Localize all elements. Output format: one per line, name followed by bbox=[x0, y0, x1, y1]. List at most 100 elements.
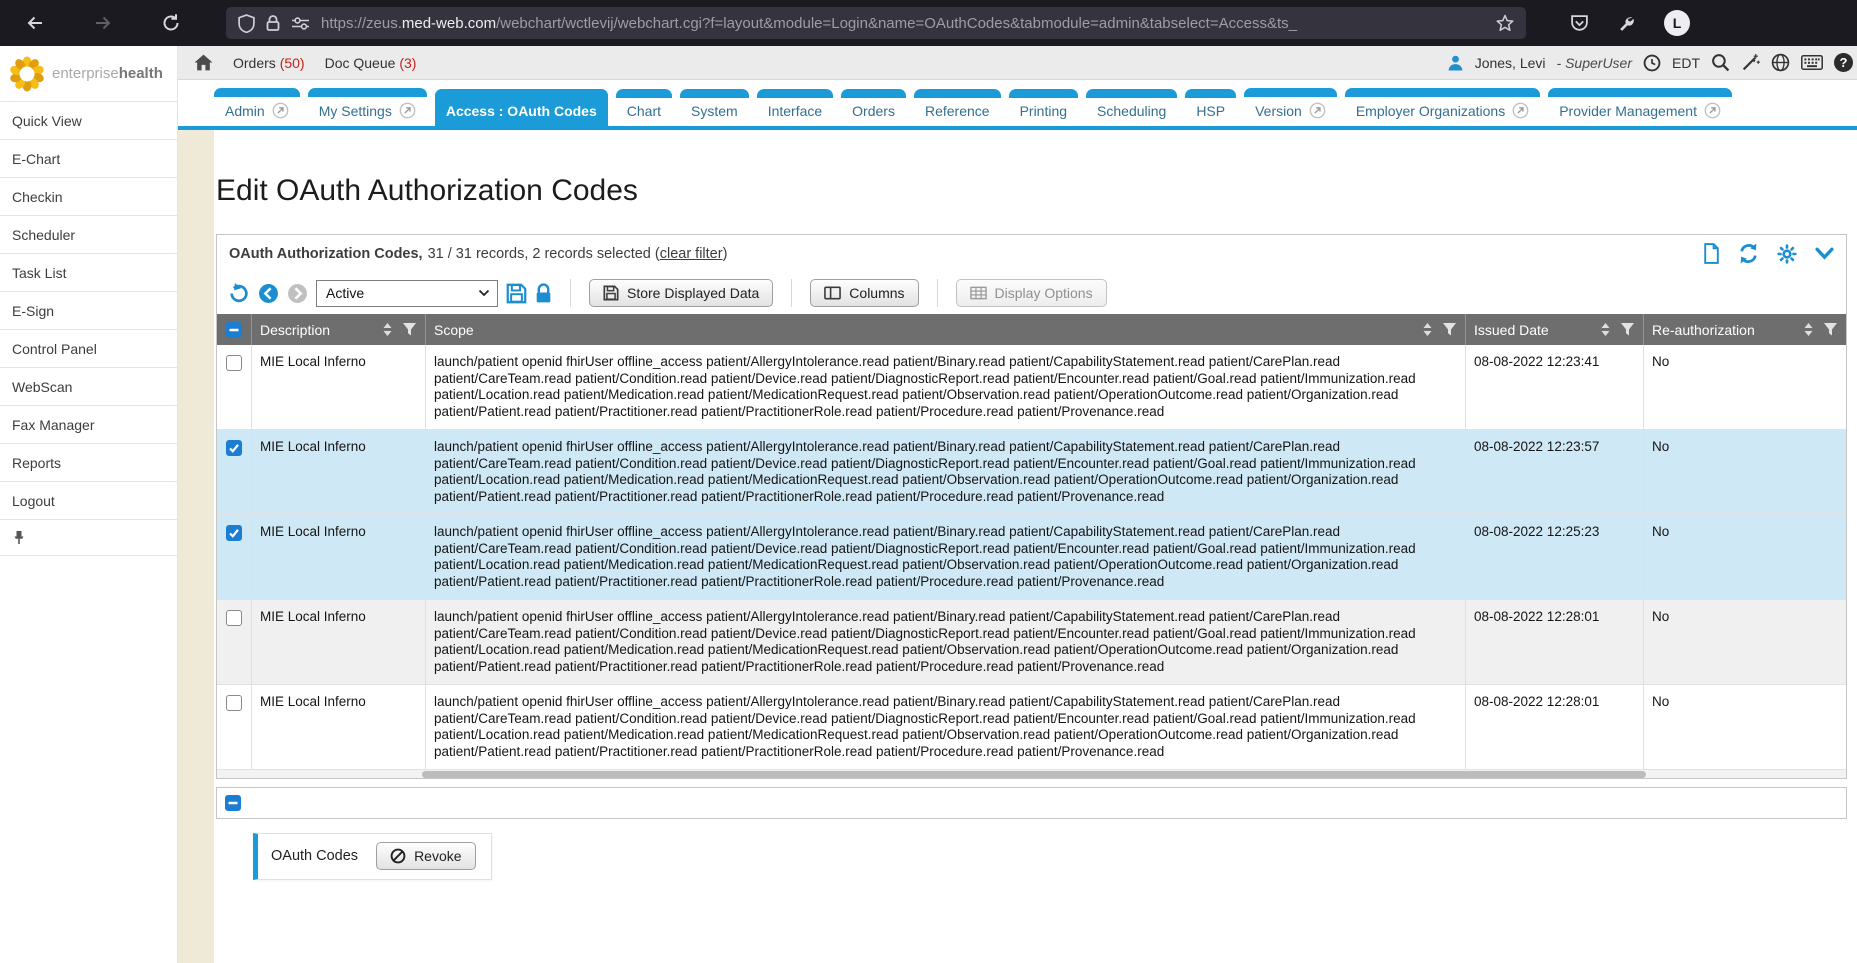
column-header-description[interactable]: Description bbox=[251, 314, 425, 345]
left-margin-strip bbox=[178, 130, 214, 963]
sort-icon[interactable] bbox=[1803, 322, 1814, 337]
sidebar-item-reports[interactable]: Reports bbox=[0, 444, 177, 482]
doc-queue-link[interactable]: Doc Queue (3) bbox=[325, 55, 417, 71]
column-header-issued-date[interactable]: Issued Date bbox=[1465, 314, 1643, 345]
tab-interface[interactable]: Interface bbox=[757, 89, 833, 126]
revoke-button[interactable]: Revoke bbox=[376, 842, 475, 870]
url-bar[interactable]: https://zeus.med-web.com/webchart/wctlev… bbox=[226, 7, 1526, 39]
lock-filter-icon[interactable] bbox=[535, 283, 552, 304]
filter-icon[interactable] bbox=[402, 322, 417, 337]
filter-icon[interactable] bbox=[1442, 322, 1457, 337]
sidebar-item-webscan[interactable]: WebScan bbox=[0, 368, 177, 406]
row-checkbox-cell[interactable] bbox=[217, 685, 251, 769]
page: Edit OAuth Authorization Codes OAuth Aut… bbox=[214, 130, 1857, 963]
globe-icon[interactable] bbox=[1771, 53, 1790, 72]
clock-icon[interactable] bbox=[1643, 54, 1661, 72]
checkbox-indeterminate-icon[interactable] bbox=[225, 795, 241, 811]
document-icon[interactable] bbox=[1703, 243, 1720, 264]
checkbox-indeterminate-icon[interactable] bbox=[226, 322, 242, 338]
help-icon[interactable]: ? bbox=[1834, 53, 1853, 72]
gear-icon[interactable] bbox=[1777, 244, 1797, 264]
tab-orders[interactable]: Orders bbox=[841, 89, 906, 126]
status-filter-value: Active bbox=[326, 285, 364, 301]
tab-hsp[interactable]: HSP bbox=[1185, 89, 1236, 126]
tab-employer-organizations[interactable]: Employer Organizations bbox=[1345, 88, 1540, 126]
tab-scheduling[interactable]: Scheduling bbox=[1086, 89, 1177, 126]
save-filter-icon[interactable] bbox=[506, 283, 527, 304]
tab-printing[interactable]: Printing bbox=[1009, 89, 1078, 126]
user-name[interactable]: Jones, Levi bbox=[1475, 55, 1546, 71]
sort-icon[interactable] bbox=[1600, 322, 1611, 337]
horizontal-scrollbar-thumb[interactable] bbox=[422, 771, 1646, 778]
row-checkbox-cell[interactable] bbox=[217, 345, 251, 429]
column-header-reauthorization[interactable]: Re-authorization bbox=[1643, 314, 1846, 345]
sidebar-item-quick-view[interactable]: Quick View bbox=[0, 102, 177, 140]
sort-icon[interactable] bbox=[1422, 322, 1433, 337]
prev-page-icon[interactable] bbox=[258, 283, 279, 304]
refresh-icon[interactable] bbox=[1738, 243, 1759, 264]
tab-version[interactable]: Version bbox=[1244, 88, 1337, 126]
store-displayed-data-button[interactable]: Store Displayed Data bbox=[589, 279, 773, 307]
filter-icon[interactable] bbox=[1620, 322, 1635, 337]
lock-icon[interactable] bbox=[266, 14, 280, 32]
pin-icon[interactable] bbox=[12, 530, 26, 545]
sidebar-item-fax-manager[interactable]: Fax Manager bbox=[0, 406, 177, 444]
home-icon[interactable] bbox=[194, 54, 213, 71]
keyboard-icon[interactable] bbox=[1801, 55, 1823, 70]
oauth-codes-tab[interactable]: OAuth Codes Revoke bbox=[253, 833, 492, 880]
sidebar-item-task-list[interactable]: Task List bbox=[0, 254, 177, 292]
row-checkbox-cell[interactable] bbox=[217, 600, 251, 684]
checkbox-icon[interactable] bbox=[226, 610, 242, 626]
browser-reload-button[interactable] bbox=[156, 13, 186, 33]
table-row[interactable]: MIE Local Infernolaunch/patient openid f… bbox=[217, 345, 1846, 429]
status-filter-select[interactable]: Active bbox=[316, 280, 498, 307]
tab-label: Printing bbox=[1020, 103, 1067, 119]
checkbox-icon[interactable] bbox=[226, 355, 242, 371]
tab-provider-management[interactable]: Provider Management bbox=[1548, 88, 1732, 126]
table-row[interactable]: MIE Local Infernolaunch/patient openid f… bbox=[217, 429, 1846, 514]
row-checkbox-cell[interactable] bbox=[217, 515, 251, 599]
sort-icon[interactable] bbox=[382, 322, 393, 337]
pocket-icon[interactable] bbox=[1570, 14, 1589, 33]
permissions-sliders-icon[interactable] bbox=[291, 17, 310, 30]
tab-system[interactable]: System bbox=[680, 89, 749, 126]
sidebar-item-logout[interactable]: Logout bbox=[0, 482, 177, 520]
sidebar-item-scheduler[interactable]: Scheduler bbox=[0, 216, 177, 254]
sidebar-pin-row[interactable] bbox=[0, 520, 177, 556]
checkbox-checked-icon[interactable] bbox=[226, 440, 242, 456]
browser-forward-button[interactable] bbox=[88, 13, 118, 33]
search-icon[interactable] bbox=[1711, 53, 1730, 72]
filter-icon[interactable] bbox=[1823, 322, 1838, 337]
column-header-scope[interactable]: Scope bbox=[425, 314, 1465, 345]
select-all-checkbox[interactable] bbox=[217, 314, 251, 345]
next-page-icon[interactable] bbox=[287, 283, 308, 304]
checkbox-checked-icon[interactable] bbox=[226, 525, 242, 541]
row-checkbox-cell[interactable] bbox=[217, 430, 251, 514]
wrench-icon[interactable] bbox=[1617, 14, 1636, 33]
table-row[interactable]: MIE Local Infernolaunch/patient openid f… bbox=[217, 684, 1846, 769]
columns-button[interactable]: Columns bbox=[810, 279, 918, 307]
tab-my-settings[interactable]: My Settings bbox=[308, 88, 427, 126]
undo-icon[interactable] bbox=[227, 282, 250, 305]
profile-avatar[interactable]: L bbox=[1664, 10, 1690, 36]
table-row[interactable]: MIE Local Infernolaunch/patient openid f… bbox=[217, 514, 1846, 599]
tab-access-oauth-codes[interactable]: Access : OAuth Codes bbox=[435, 89, 608, 126]
browser-back-button[interactable] bbox=[20, 13, 50, 33]
checkbox-icon[interactable] bbox=[226, 695, 242, 711]
tab-chart[interactable]: Chart bbox=[616, 89, 672, 126]
wand-icon[interactable] bbox=[1741, 53, 1760, 72]
tab-admin[interactable]: Admin bbox=[214, 88, 300, 126]
sidebar-item-e-sign[interactable]: E-Sign bbox=[0, 292, 177, 330]
sidebar-item-checkin[interactable]: Checkin bbox=[0, 178, 177, 216]
orders-link[interactable]: Orders (50) bbox=[233, 55, 305, 71]
tracking-shield-icon[interactable] bbox=[238, 14, 255, 33]
sidebar-item-control-panel[interactable]: Control Panel bbox=[0, 330, 177, 368]
columns-label: Columns bbox=[849, 285, 904, 301]
clear-filter-link[interactable]: clear filter bbox=[660, 246, 723, 262]
display-options-button[interactable]: Display Options bbox=[956, 279, 1107, 307]
sidebar-item-e-chart[interactable]: E-Chart bbox=[0, 140, 177, 178]
table-row[interactable]: MIE Local Infernolaunch/patient openid f… bbox=[217, 599, 1846, 684]
tab-reference[interactable]: Reference bbox=[914, 89, 1001, 126]
chevron-down-icon[interactable] bbox=[1815, 247, 1834, 260]
bookmark-star-icon[interactable] bbox=[1496, 14, 1514, 32]
